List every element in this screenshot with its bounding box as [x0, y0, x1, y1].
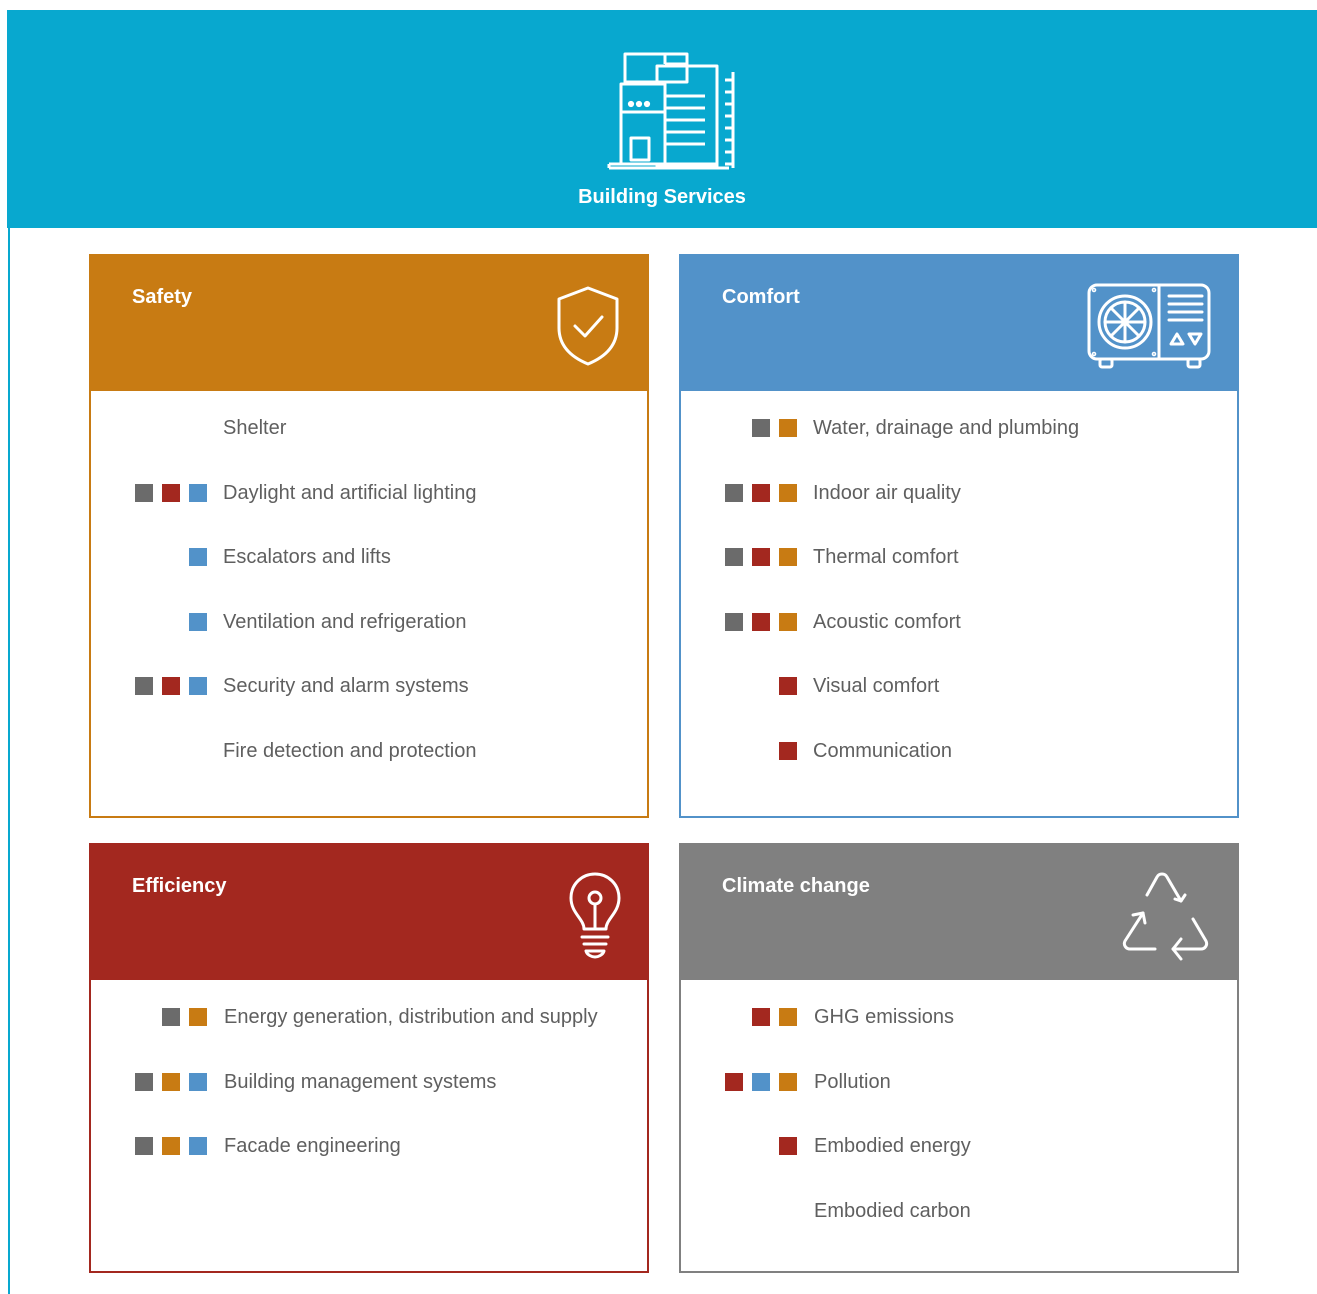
- list-item-label: Escalators and lifts: [223, 546, 391, 568]
- list-item: Shelter: [91, 416, 647, 440]
- category-marker-blue: [189, 548, 207, 566]
- list-item-label: Embodied carbon: [814, 1199, 971, 1222]
- list-item-label: Energy generation, distribution and supp…: [224, 1006, 598, 1028]
- safety-card-header: Safety: [89, 254, 649, 391]
- list-item: Pollution: [681, 1070, 1237, 1094]
- list-item: Embodied energy: [681, 1134, 1237, 1158]
- list-item-label: Visual comfort: [813, 675, 940, 697]
- efficiency-card-title: Efficiency: [132, 875, 227, 897]
- efficiency-card: Efficiency Energy generation, distributi…: [89, 843, 649, 1273]
- lightbulb-icon: [569, 872, 621, 959]
- list-item-label: GHG emissions: [814, 1006, 955, 1028]
- list-item-label: Building management systems: [224, 1070, 497, 1093]
- category-marker-red: [725, 1072, 743, 1091]
- category-marker-orange: [779, 548, 797, 566]
- list-item-label: Acoustic comfort: [813, 610, 961, 633]
- list-item: Thermal comfort: [681, 545, 1237, 569]
- safety-card-title: Safety: [132, 286, 193, 308]
- category-marker-dark-grey: [135, 677, 153, 695]
- list-item-label: Thermal comfort: [813, 546, 959, 568]
- page-title: Building Services: [578, 186, 746, 208]
- category-marker-red: [752, 483, 770, 502]
- list-item: Acoustic comfort: [681, 610, 1237, 634]
- category-marker-orange: [779, 419, 797, 437]
- category-marker-dark-grey: [752, 419, 770, 437]
- category-marker-orange: [779, 1008, 797, 1026]
- category-marker-red: [162, 483, 180, 502]
- category-marker-orange: [162, 1137, 180, 1155]
- list-item: Daylight and artificial lighting: [91, 481, 647, 505]
- category-marker-orange: [162, 1072, 180, 1091]
- category-marker-dark-grey: [725, 548, 743, 566]
- category-marker-red: [779, 677, 797, 695]
- category-marker-blue: [189, 1072, 207, 1091]
- category-marker-dark-grey: [135, 1137, 153, 1155]
- category-marker-blue: [752, 1072, 770, 1091]
- list-item-label: Indoor air quality: [813, 481, 961, 504]
- comfort-card: Comfort Water, drainage and plumbing Indo…: [679, 254, 1239, 818]
- list-item-label: Communication: [813, 739, 952, 762]
- list-item: Embodied carbon: [681, 1199, 1237, 1223]
- category-marker-orange: [779, 483, 797, 502]
- category-marker-red: [752, 1008, 770, 1026]
- list-item-label: Ventilation and refrigeration: [223, 610, 467, 633]
- list-item: Facade engineering: [91, 1134, 647, 1158]
- category-marker-red: [162, 677, 180, 695]
- list-item: Fire detection and protection: [91, 739, 647, 763]
- category-marker-orange: [189, 1008, 207, 1026]
- list-item: Building management systems: [91, 1070, 647, 1094]
- category-marker-dark-grey: [135, 1072, 153, 1091]
- list-item: GHG emissions: [681, 1005, 1237, 1029]
- category-marker-orange: [779, 612, 797, 631]
- list-item-label: Security and alarm systems: [223, 675, 469, 697]
- category-marker-dark-grey: [725, 483, 743, 502]
- list-item: Visual comfort: [681, 674, 1237, 698]
- efficiency-card-header: Efficiency: [89, 843, 649, 980]
- list-item: Indoor air quality: [681, 481, 1237, 505]
- list-item: Security and alarm systems: [91, 674, 647, 698]
- building-icon: [607, 52, 735, 170]
- list-item-label: Water, drainage and plumbing: [813, 417, 1080, 439]
- category-marker-blue: [189, 677, 207, 695]
- list-item-label: Facade engineering: [224, 1135, 401, 1157]
- left-rule: [8, 228, 10, 1294]
- category-marker-red: [779, 1137, 797, 1155]
- safety-card: Safety Shelter Daylight and artificial li…: [89, 254, 649, 818]
- category-marker-blue: [189, 483, 207, 502]
- recycle-icon: [1122, 872, 1209, 961]
- list-item: Water, drainage and plumbing: [681, 416, 1237, 440]
- category-marker-dark-grey: [162, 1008, 180, 1026]
- category-marker-orange: [779, 1072, 797, 1091]
- category-marker-red: [779, 741, 797, 760]
- category-marker-dark-grey: [135, 483, 153, 502]
- header-banner: Building Services: [7, 10, 1317, 228]
- category-marker-blue: [189, 1137, 207, 1155]
- shield-check-icon: [557, 286, 619, 366]
- list-item: Communication: [681, 739, 1237, 763]
- list-item-label: Pollution: [814, 1070, 891, 1093]
- list-item-label: Fire detection and protection: [223, 739, 477, 762]
- list-item-label: Embodied energy: [814, 1135, 971, 1157]
- list-item: Ventilation and refrigeration: [91, 610, 647, 634]
- air-conditioner-icon: [1087, 283, 1211, 369]
- climate-change-card-header: Climate change: [679, 843, 1239, 980]
- category-marker-red: [752, 612, 770, 631]
- comfort-card-title: Comfort: [722, 286, 800, 308]
- list-item-label: Shelter: [223, 417, 287, 439]
- list-item: Escalators and lifts: [91, 545, 647, 569]
- list-item: Energy generation, distribution and supp…: [91, 1005, 647, 1029]
- list-item-label: Daylight and artificial lighting: [223, 481, 477, 504]
- category-marker-red: [752, 548, 770, 566]
- comfort-card-header: Comfort: [679, 254, 1239, 391]
- climate-change-card-title: Climate change: [722, 875, 870, 897]
- category-marker-dark-grey: [725, 612, 743, 631]
- category-marker-blue: [189, 612, 207, 631]
- climate-change-card: Climate change GHG emissions Pollution Emb…: [679, 843, 1239, 1273]
